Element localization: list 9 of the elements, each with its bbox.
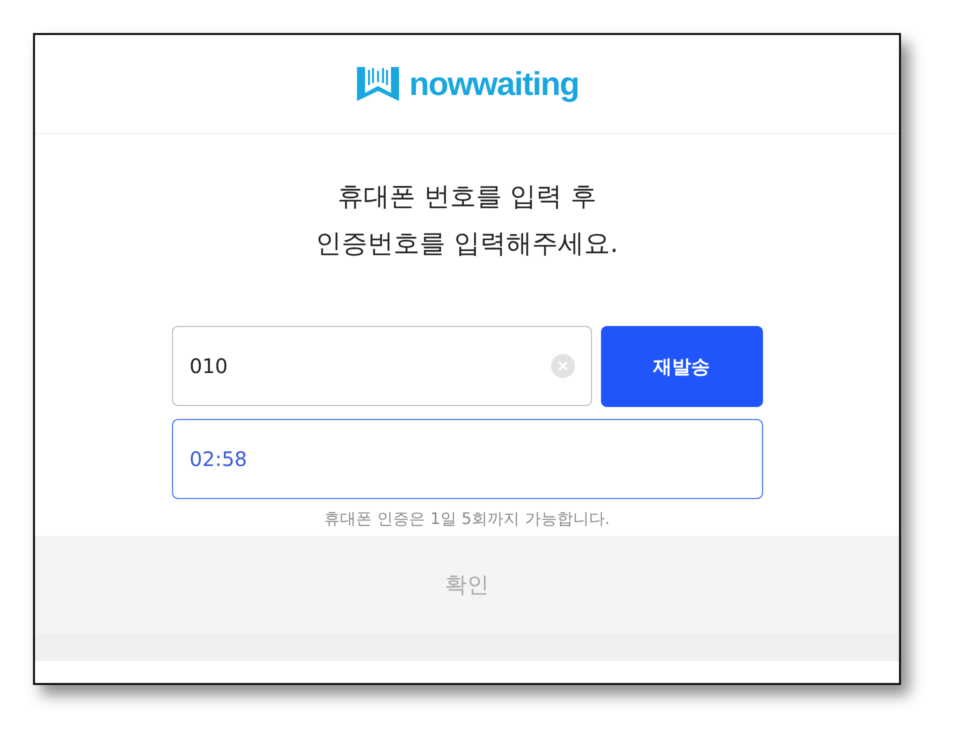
phone-field[interactable]: 010 [172, 326, 592, 406]
logo-icon [355, 65, 402, 103]
limit-note: 휴대폰 인증은 1일 5회까지 가능합니다. [323, 509, 611, 530]
heading: 휴대폰 번호를 입력 후 [336, 181, 598, 214]
resend-button[interactable]: 재발송 [600, 326, 762, 407]
heading: 인증번호를 입력해주세요. [314, 228, 620, 261]
code-field[interactable]: 02:58 [172, 419, 762, 499]
clear-icon[interactable] [550, 354, 574, 378]
logo-text: nowwaiting [409, 65, 579, 103]
